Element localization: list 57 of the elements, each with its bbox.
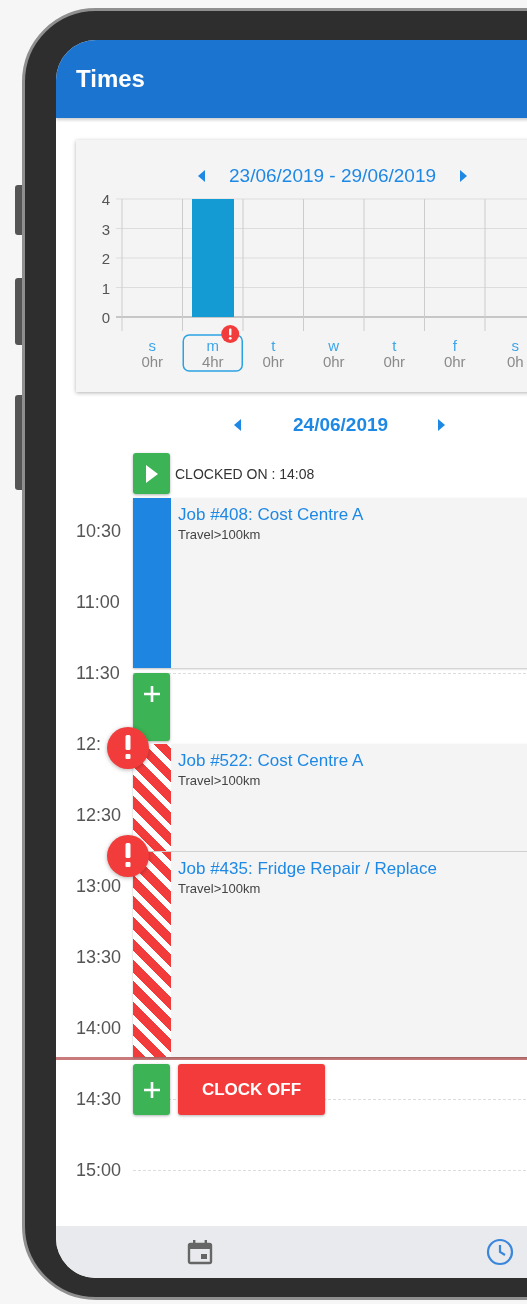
previous-day-button[interactable] bbox=[232, 417, 243, 433]
caret-right-icon bbox=[438, 419, 446, 431]
job-title: Job #435: Fridge Repair / Replace bbox=[178, 859, 437, 879]
time-label: 12:30 bbox=[75, 805, 123, 826]
time-label: 15:00 bbox=[75, 1160, 123, 1181]
day-tab[interactable]: s 0h bbox=[506, 337, 524, 370]
time-label: 14:00 bbox=[75, 1018, 123, 1039]
clock-on-button[interactable] bbox=[133, 453, 170, 494]
x-tick-label: s bbox=[148, 337, 156, 354]
time-label: 10:30 bbox=[75, 521, 123, 542]
clock-icon bbox=[486, 1238, 514, 1266]
day-tab[interactable]: t 0hr bbox=[262, 337, 285, 370]
job-card[interactable]: Job #522: Cost Centre A Travel>100km bbox=[133, 744, 527, 851]
day-tab[interactable]: s 0hr bbox=[141, 337, 164, 370]
calendar-icon bbox=[187, 1239, 213, 1265]
previous-week-button[interactable] bbox=[196, 168, 207, 184]
day-tab[interactable]: m 4hr bbox=[182, 334, 243, 372]
day-tab[interactable]: f 0hr bbox=[443, 337, 466, 370]
job-subtitle: Travel>100km bbox=[178, 527, 262, 542]
job-subtitle: Travel>100km bbox=[178, 773, 262, 788]
x-tick-label: f bbox=[452, 337, 458, 354]
clock-off-button[interactable]: CLOCK OFF bbox=[178, 1064, 325, 1115]
plus-icon bbox=[142, 685, 161, 703]
app-title: Times bbox=[76, 65, 145, 93]
job-title: Job #522: Cost Centre A bbox=[178, 751, 364, 771]
job-card[interactable]: Job #435: Fridge Repair / Replace Travel>100km bbox=[133, 852, 527, 1057]
job-title: Job #408: Cost Centre A bbox=[178, 505, 364, 525]
caret-left-icon bbox=[234, 419, 241, 431]
time-label: 14:30 bbox=[75, 1089, 123, 1110]
clock-status: CLOCKED ON : 14:08 bbox=[175, 465, 315, 482]
axis-label: 1 bbox=[101, 279, 110, 297]
axis-label: 3 bbox=[101, 220, 110, 238]
add-button[interactable] bbox=[133, 1064, 170, 1115]
day-date: 24/06/2019 bbox=[293, 414, 389, 436]
add-button[interactable] bbox=[133, 673, 170, 741]
time-label: 13:30 bbox=[75, 947, 123, 968]
x-tick-label: s bbox=[511, 337, 519, 354]
week-range: 23/06/2019 - 29/06/2019 bbox=[229, 165, 437, 187]
axis-label: 4 bbox=[101, 192, 110, 208]
time-label: 11:00 bbox=[75, 592, 121, 613]
axis-label: 0 bbox=[101, 309, 110, 326]
x-tick-label: t bbox=[271, 337, 277, 354]
day-tab[interactable]: t 0hr bbox=[383, 337, 406, 370]
axis-label: 2 bbox=[101, 250, 110, 267]
time-label: 12: bbox=[75, 734, 103, 755]
x-tick-label: t bbox=[392, 337, 398, 354]
plus-icon bbox=[142, 1080, 161, 1099]
caret-right-icon bbox=[460, 170, 468, 182]
time-label: 11:30 bbox=[75, 663, 121, 684]
x-tick-label: w bbox=[327, 337, 340, 354]
x-tick-label: m bbox=[206, 337, 219, 354]
play-icon bbox=[145, 464, 158, 483]
job-card[interactable]: Job #408: Cost Centre A Travel>100km bbox=[133, 498, 527, 668]
day-tab[interactable]: w 0hr bbox=[322, 337, 345, 370]
job-subtitle: Travel>100km bbox=[178, 881, 262, 896]
time-label: 13:00 bbox=[75, 876, 123, 897]
caret-left-icon bbox=[198, 170, 205, 182]
